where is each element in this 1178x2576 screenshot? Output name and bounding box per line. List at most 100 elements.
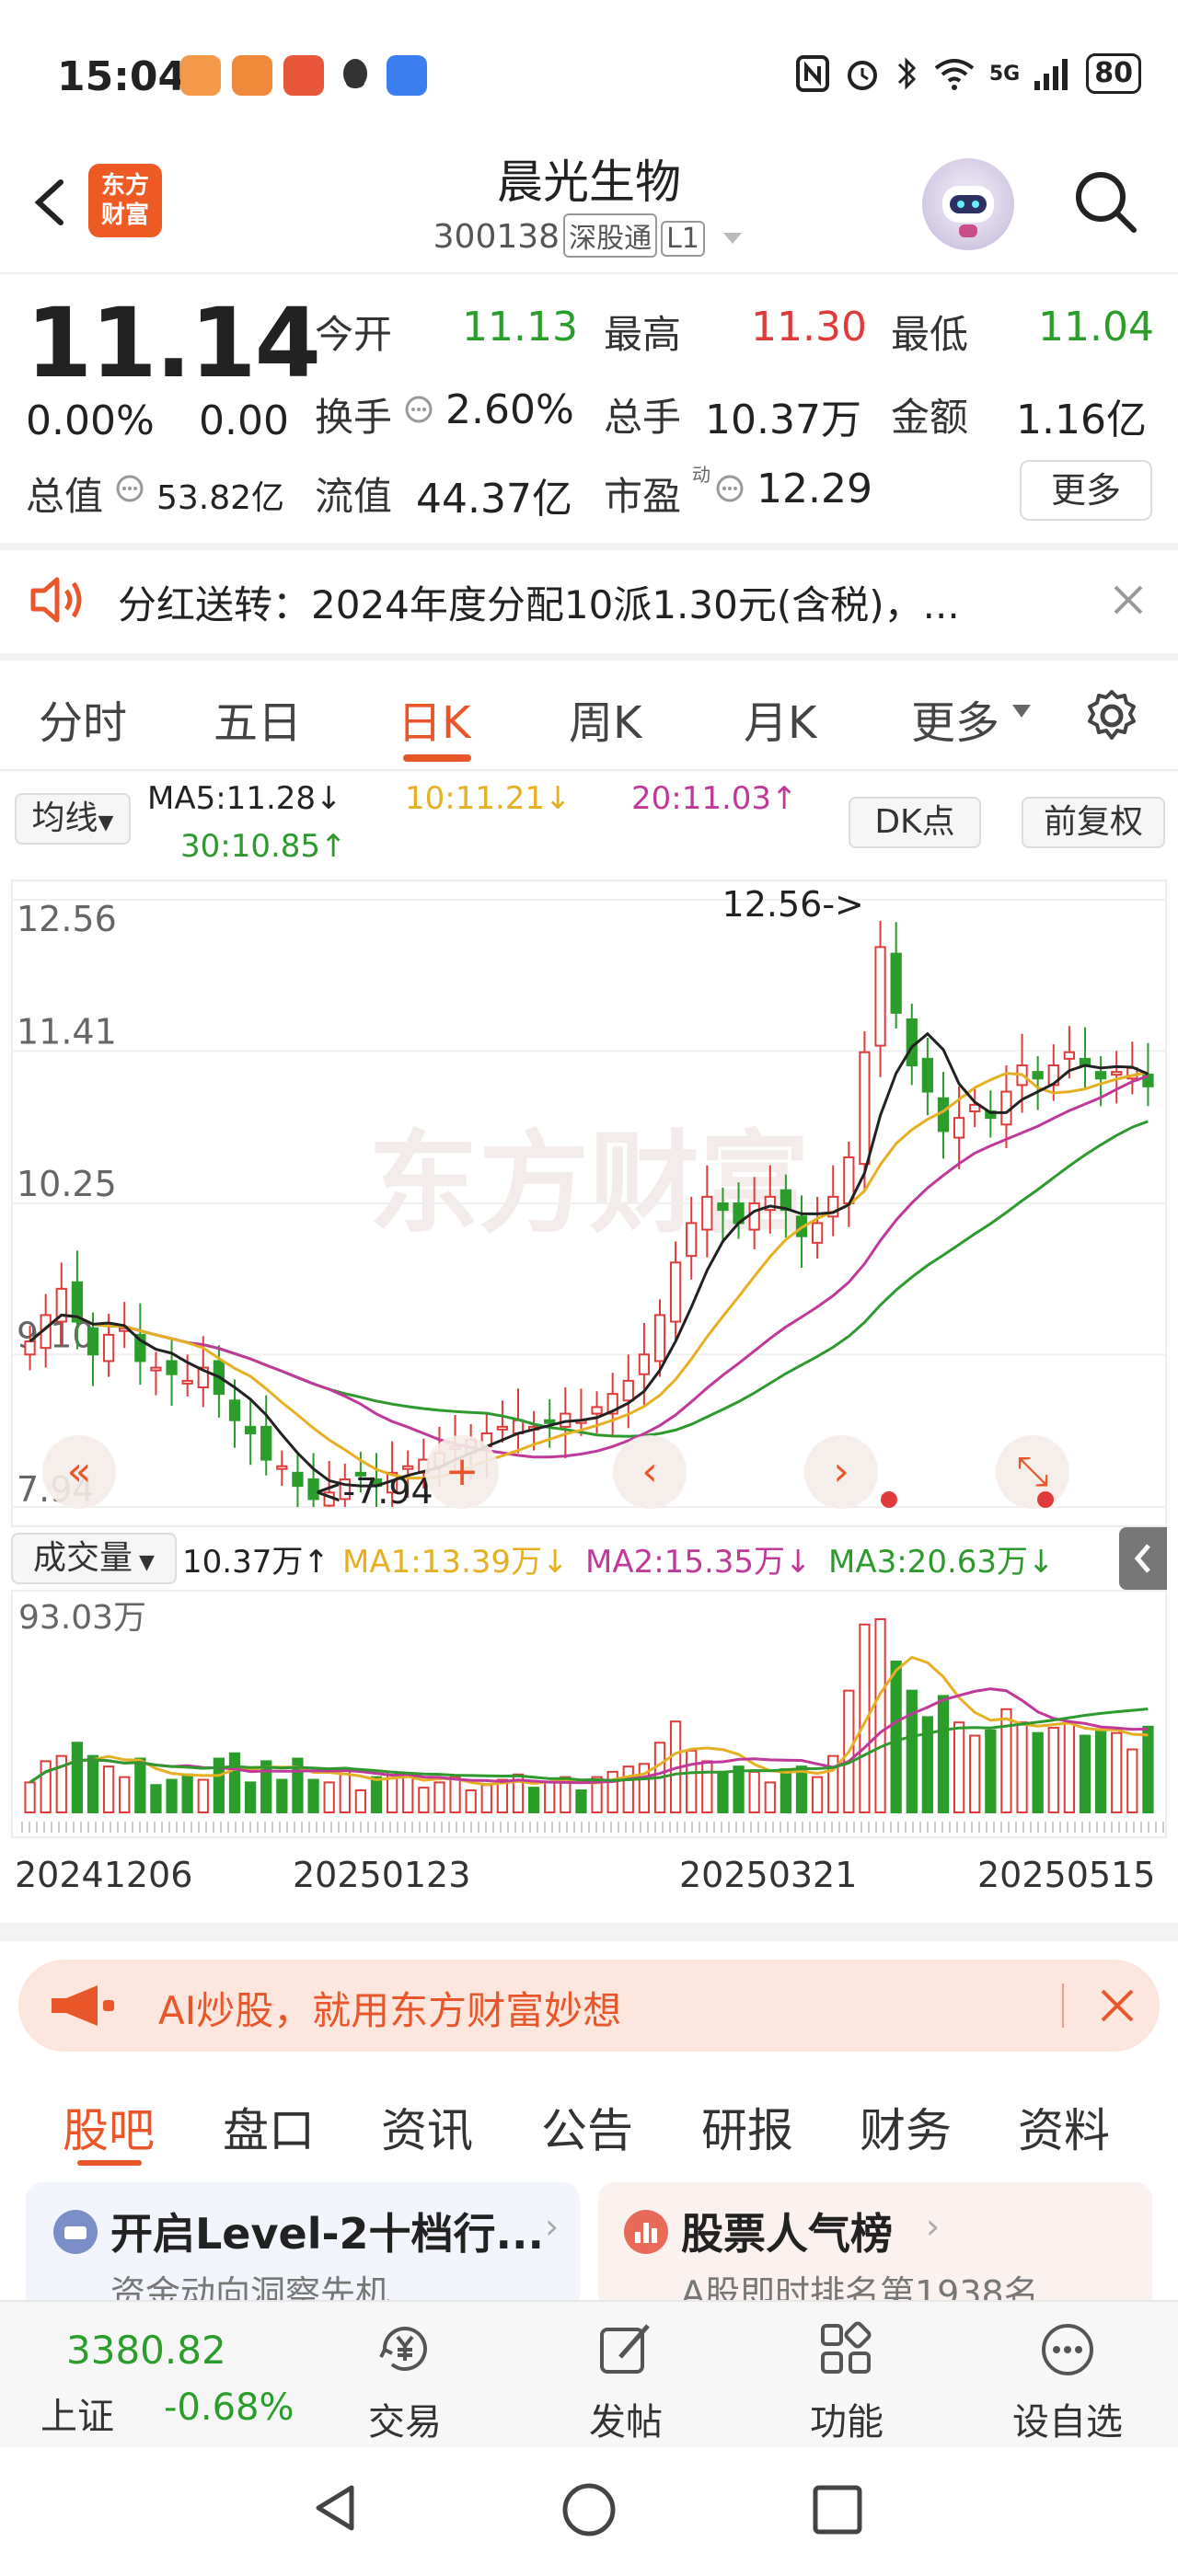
kline-chart-svg: 东方财富12.5611.4110.259.107.9412.56-><-7.94… (13, 884, 1165, 1512)
candle-body (921, 1057, 934, 1093)
scroll-left-button-icon: ‹ (641, 1448, 658, 1495)
status-bar: 15:04 5G 80 (0, 0, 1178, 147)
stock-code: 300138 (433, 218, 560, 256)
tab-monthly-k[interactable]: 月K (744, 686, 816, 751)
low-value: 11.04 (1038, 304, 1154, 351)
info-icon[interactable] (714, 473, 745, 504)
candle-body (811, 1222, 824, 1244)
adjust-button[interactable]: 前复权 (1022, 797, 1165, 848)
level2-card[interactable]: 开启Level-2十档行... › 资金动向洞察先机 (26, 2182, 580, 2311)
low-label: 最低 (891, 312, 969, 357)
volume-bar (795, 1765, 808, 1814)
tab-intraday[interactable]: 分时 (39, 686, 127, 751)
indicator-select[interactable]: 均线▼ (15, 793, 131, 845)
volume-bar (166, 1778, 178, 1814)
popularity-card[interactable]: 股票人气榜 › A股即时排名第1938名 (598, 2182, 1152, 2311)
zoom-in-button[interactable]: + (425, 1435, 499, 1509)
scroll-left-button[interactable]: ‹ (613, 1435, 687, 1509)
vol-ma3: MA3:20.63万↓ (828, 1544, 1055, 1581)
tab-finance[interactable]: 财务 (860, 2094, 952, 2160)
status-time: 15:04 (57, 53, 187, 100)
tab-announcements[interactable]: 公告 (541, 2094, 633, 2160)
tab-daily-k[interactable]: 日K (398, 686, 470, 751)
nav-back-icon[interactable] (309, 2480, 364, 2536)
info-tabs: 股吧 盘口 资讯 公告 研报 财务 资料 (0, 2076, 1178, 2168)
settings-gear-icon[interactable] (1082, 686, 1141, 745)
scroll-left-fast-button-icon: « (67, 1448, 92, 1495)
volume-bar (197, 1778, 209, 1814)
index-value: 3380.82 (66, 2328, 226, 2373)
tab-news[interactable]: 资讯 (381, 2094, 473, 2160)
active-tab-indicator (77, 2160, 142, 2166)
candle-body (1111, 1071, 1123, 1076)
candle-body (260, 1425, 272, 1461)
dropdown-icon (723, 233, 743, 244)
candle-body (150, 1366, 162, 1372)
volume-bar (890, 1661, 902, 1813)
functions-button[interactable]: 功能 (773, 2317, 920, 2445)
nav-home-icon[interactable] (560, 2480, 618, 2539)
ai-banner[interactable]: AI炒股，就用东方财富妙想 (18, 1960, 1160, 2052)
tab-profile[interactable]: 资料 (1018, 2094, 1110, 2160)
app-icon-1 (180, 55, 221, 96)
volume-bar (1079, 1734, 1091, 1814)
candle-body (228, 1399, 241, 1421)
assistant-avatar[interactable] (922, 158, 1014, 250)
volume-bar (527, 1787, 540, 1813)
index-name: 上证 (40, 2396, 114, 2438)
chart-watermark: 东方财富 (368, 1121, 810, 1248)
volume-bar (748, 1770, 760, 1813)
close-icon[interactable] (1108, 580, 1149, 620)
collapse-panel-button[interactable] (1119, 1527, 1167, 1590)
volume-bar (480, 1784, 492, 1813)
volume-chart[interactable]: 93.03万 (11, 1590, 1167, 1838)
card-title: 股票人气榜 (681, 2209, 893, 2259)
post-button[interactable]: 发帖 (552, 2317, 699, 2445)
tab-research[interactable]: 研报 (701, 2094, 793, 2160)
candle-body (1032, 1071, 1044, 1080)
volume-bar (701, 1760, 713, 1813)
fullscreen-button[interactable]: ⤡ (996, 1435, 1069, 1509)
tab-more[interactable]: 更多 (911, 686, 999, 751)
volume-bar (811, 1776, 824, 1813)
tab-guba[interactable]: 股吧 (63, 2094, 155, 2160)
alarm-icon (847, 61, 877, 90)
wifi-icon (934, 59, 975, 90)
close-icon[interactable] (1097, 1985, 1138, 2026)
tab-five-day[interactable]: 五日 (214, 686, 302, 751)
volume-indicator-select[interactable]: 成交量 ▼ (11, 1533, 177, 1584)
candle-body (859, 1051, 871, 1166)
scroll-right-button[interactable]: › (804, 1435, 878, 1509)
banner-separator (1062, 1984, 1064, 2028)
candle-body (24, 1340, 36, 1356)
level-tag: L1 (661, 221, 705, 257)
scroll-left-fast-button[interactable]: « (42, 1435, 116, 1509)
tab-weekly-k[interactable]: 周K (569, 686, 641, 751)
dk-point-button[interactable]: DK点 (849, 797, 981, 848)
candle-body (292, 1471, 304, 1488)
chevron-right-icon: › (926, 2206, 941, 2247)
info-icon[interactable] (114, 473, 145, 504)
vol-ma2: MA2:15.35万↓ (585, 1544, 812, 1581)
active-tab-indicator (403, 754, 471, 762)
volume-bar (1094, 1729, 1107, 1813)
more-button[interactable]: 更多 (1020, 460, 1152, 521)
ma5-line (29, 1031, 1149, 1488)
functions-label: 功能 (810, 2401, 884, 2444)
trade-button[interactable]: 交易 (331, 2317, 479, 2445)
info-icon[interactable] (403, 394, 434, 425)
amount-value: 1.16亿 (1016, 397, 1147, 443)
kline-chart[interactable]: 东方财富12.5611.4110.259.107.9412.56-><-7.94… (11, 880, 1167, 1527)
open-label: 今开 (315, 312, 393, 357)
volume-bar (323, 1781, 335, 1814)
tab-pankou[interactable]: 盘口 (223, 2094, 315, 2160)
add-watchlist-button[interactable]: 设自选 (994, 2317, 1141, 2445)
dividend-notice[interactable]: 分红送转：2024年度分配10派1.30元(含税)，... (0, 546, 1178, 653)
volume-bar (402, 1773, 414, 1813)
candle-body (653, 1314, 666, 1363)
volume-label: 总手 (604, 395, 682, 440)
search-button[interactable] (1068, 164, 1141, 237)
nav-recents-icon[interactable] (810, 2482, 865, 2537)
pe-value: 12.29 (756, 466, 872, 512)
candle-body (937, 1097, 950, 1133)
